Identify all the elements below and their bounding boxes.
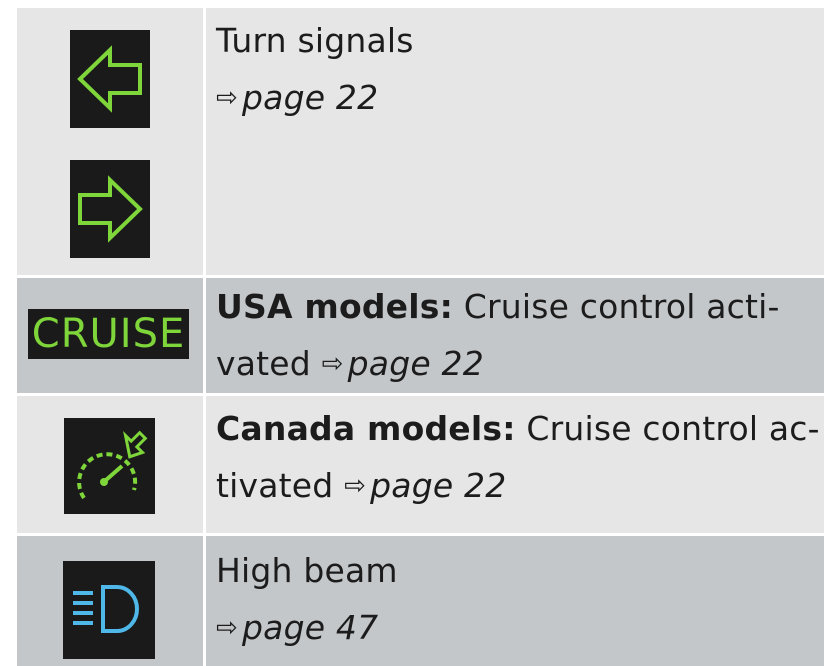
turn-signal-left-icon <box>70 30 150 128</box>
text-cell: Canada models: Cruise control ac- tivate… <box>206 396 824 533</box>
cruise-control-speedometer-icon <box>64 418 155 514</box>
arrow-right-icon: ⇨ <box>216 613 238 643</box>
table-row-turn-signals: Turn signals ⇨ page 22 <box>17 8 824 275</box>
text-cell: High beam ⇨ page 47 <box>206 536 824 666</box>
page-link[interactable]: page 22 <box>348 344 484 383</box>
row-description-line2: vated ⇨ page 22 <box>216 344 484 383</box>
row-description-line1: Canada models: Cruise control ac- <box>216 409 820 448</box>
row-title: Turn signals <box>216 21 414 60</box>
turn-signal-right-icon <box>70 160 150 258</box>
icon-cell <box>17 396 206 533</box>
row-description-line2: tivated ⇨ page 22 <box>216 466 507 505</box>
icon-cell <box>17 536 206 666</box>
table-row-high-beam: High beam ⇨ page 47 <box>17 536 824 666</box>
text-cell: USA models: Cruise control acti- vated ⇨… <box>206 278 824 393</box>
arrow-right-icon: ⇨ <box>344 471 367 501</box>
arrow-right-icon: ⇨ <box>216 83 238 113</box>
cruise-label: CRUISE <box>31 311 186 357</box>
cruise-text-icon: CRUISE <box>28 309 189 359</box>
icon-cell <box>17 8 206 275</box>
page-reference[interactable]: ⇨ page 47 <box>216 599 824 660</box>
region-label: USA models: <box>216 287 454 326</box>
row-description-line1: USA models: Cruise control acti- <box>216 287 780 326</box>
icon-cell: CRUISE <box>17 278 206 393</box>
page-reference[interactable]: ⇨ page 22 <box>216 69 824 130</box>
page-link[interactable]: page 22 <box>242 78 378 117</box>
high-beam-icon <box>63 561 155 659</box>
table-row-cruise-usa: CRUISE USA models: Cruise control acti- … <box>17 278 824 393</box>
page-link[interactable]: page 22 <box>370 466 506 505</box>
indicator-table: Turn signals ⇨ page 22 CRUISE USA models:… <box>17 8 824 666</box>
arrow-right-icon: ⇨ <box>321 349 344 379</box>
region-label: Canada models: <box>216 409 516 448</box>
text-cell: Turn signals ⇨ page 22 <box>206 8 824 275</box>
table-row-cruise-canada: Canada models: Cruise control ac- tivate… <box>17 396 824 533</box>
row-title: High beam <box>216 551 398 590</box>
page-link[interactable]: page 47 <box>242 608 378 647</box>
